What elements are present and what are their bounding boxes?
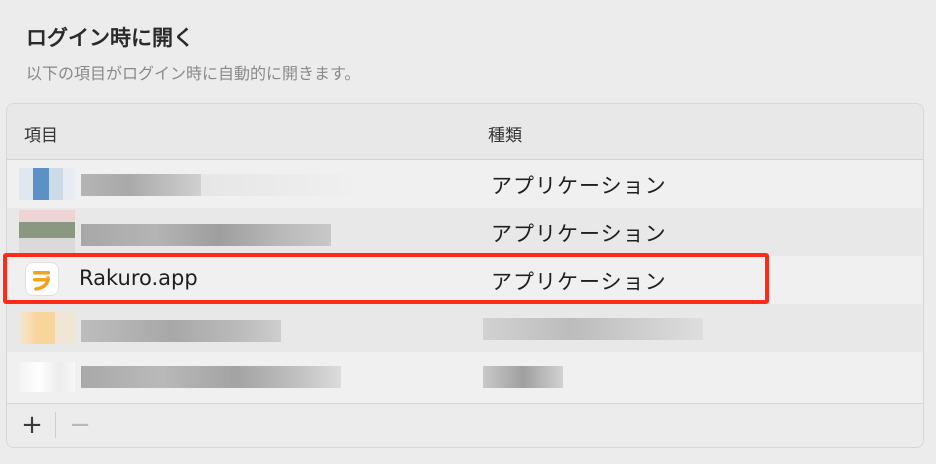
obscured-kind bbox=[483, 366, 563, 388]
row-kind: アプリケーション bbox=[491, 270, 667, 294]
obscured-icon bbox=[19, 312, 75, 344]
login-items-table: 項目 種類 アプリケーション アプリケーション Rakuro.app アプリケー… bbox=[6, 103, 924, 448]
remove-login-item-button[interactable]: − bbox=[63, 410, 97, 440]
section-title: ログイン時に開く bbox=[26, 26, 194, 50]
row-kind: アプリケーション bbox=[491, 174, 667, 198]
row-name: Rakuro.app bbox=[79, 266, 198, 290]
add-login-item-button[interactable]: + bbox=[15, 410, 49, 440]
obscured-icon bbox=[19, 210, 75, 254]
obscured-name-tail bbox=[201, 174, 361, 196]
obscured-name bbox=[81, 174, 201, 196]
obscured-name bbox=[81, 366, 341, 388]
table-row-rakuro[interactable]: Rakuro.app アプリケーション bbox=[7, 256, 923, 304]
table-row[interactable]: アプリケーション bbox=[7, 160, 923, 208]
obscured-icon bbox=[19, 168, 75, 200]
table-row[interactable]: アプリケーション bbox=[7, 208, 923, 256]
table-row[interactable] bbox=[7, 352, 923, 400]
row-kind: アプリケーション bbox=[491, 222, 667, 246]
section-subtitle: 以下の項目がログイン時に自動的に開きます。 bbox=[26, 64, 361, 83]
footer-divider bbox=[55, 412, 56, 438]
table-header: 項目 種類 bbox=[7, 104, 923, 160]
obscured-name bbox=[81, 320, 281, 342]
rakuro-app-icon bbox=[26, 263, 58, 295]
column-header-kind[interactable]: 種類 bbox=[488, 121, 522, 146]
obscured-kind bbox=[483, 318, 703, 340]
column-header-item[interactable]: 項目 bbox=[24, 121, 58, 146]
table-footer: + − bbox=[7, 403, 923, 447]
obscured-icon bbox=[19, 362, 75, 392]
obscured-name bbox=[81, 224, 331, 246]
table-row[interactable] bbox=[7, 304, 923, 352]
